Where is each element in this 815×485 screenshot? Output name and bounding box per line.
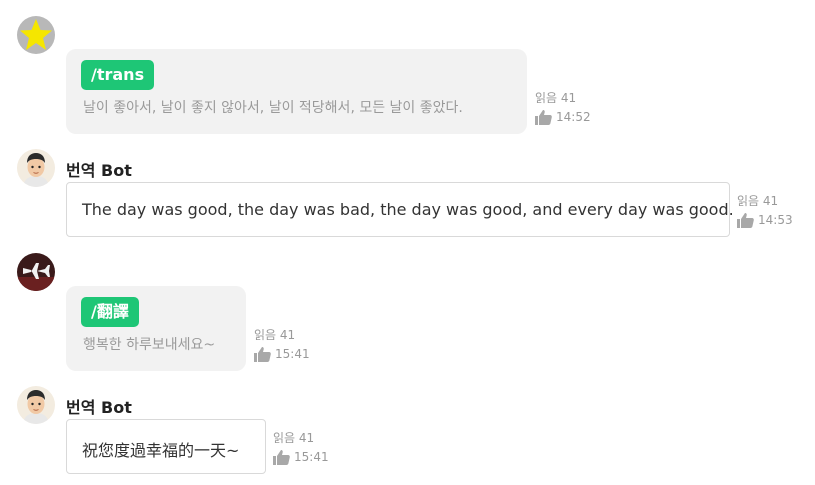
read-count: 읽음 41 xyxy=(254,328,296,342)
message-text: 祝您度過幸福的一天~ xyxy=(82,441,240,460)
message-text: The day was good, the day was bad, the d… xyxy=(82,200,734,219)
message-bubble-bot[interactable]: The day was good, the day was bad, the d… xyxy=(66,182,734,237)
bot-face-icon xyxy=(17,149,55,187)
message-text: 행복한 하루보내세요~ xyxy=(83,337,216,353)
bot-avatar[interactable] xyxy=(17,149,55,187)
star-avatar[interactable] xyxy=(17,16,55,54)
command-tag: /翻譯 xyxy=(81,297,139,327)
message-bubble-translate[interactable]: /翻譯 행복한 하루보내세요~ xyxy=(66,286,246,371)
read-count: 읽음 41 xyxy=(535,91,577,105)
star-icon xyxy=(17,16,55,54)
message-meta: 읽음 41 14:53 xyxy=(737,192,793,230)
sender-name: 번역 Bot xyxy=(66,161,132,180)
thumbs-up-icon[interactable] xyxy=(254,346,271,362)
read-count: 읽음 41 xyxy=(273,431,315,445)
message-meta: 읽음 41 15:41 xyxy=(254,326,310,364)
timestamp: 14:52 xyxy=(556,110,591,124)
bot-avatar[interactable] xyxy=(17,386,55,424)
timestamp: 15:41 xyxy=(275,347,310,361)
thumbs-up-icon[interactable] xyxy=(273,449,290,465)
read-count: 읽음 41 xyxy=(737,194,779,208)
message-meta: 읽음 41 15:41 xyxy=(273,429,329,467)
thumbs-up-icon[interactable] xyxy=(737,212,754,228)
chat-log: /trans 날이 좋아서, 날이 좋지 않아서, 날이 적당해서, 모든 날이… xyxy=(0,0,815,485)
message-bubble-bot[interactable]: 祝您度過幸福的一天~ xyxy=(66,419,266,474)
airplane-icon xyxy=(17,253,55,291)
sender-name: 번역 Bot xyxy=(66,398,132,417)
message-text: 날이 좋아서, 날이 좋지 않아서, 날이 적당해서, 모든 날이 좋았다. xyxy=(83,100,463,116)
bot-face-icon xyxy=(17,386,55,424)
message-meta: 읽음 41 14:52 xyxy=(535,89,591,127)
airplane-avatar[interactable] xyxy=(17,253,55,291)
command-tag: /trans xyxy=(81,60,155,90)
timestamp: 15:41 xyxy=(294,450,329,464)
message-bubble-trans[interactable]: /trans 날이 좋아서, 날이 좋지 않아서, 날이 적당해서, 모든 날이… xyxy=(66,49,527,134)
timestamp: 14:53 xyxy=(758,213,793,227)
thumbs-up-icon[interactable] xyxy=(535,109,552,125)
